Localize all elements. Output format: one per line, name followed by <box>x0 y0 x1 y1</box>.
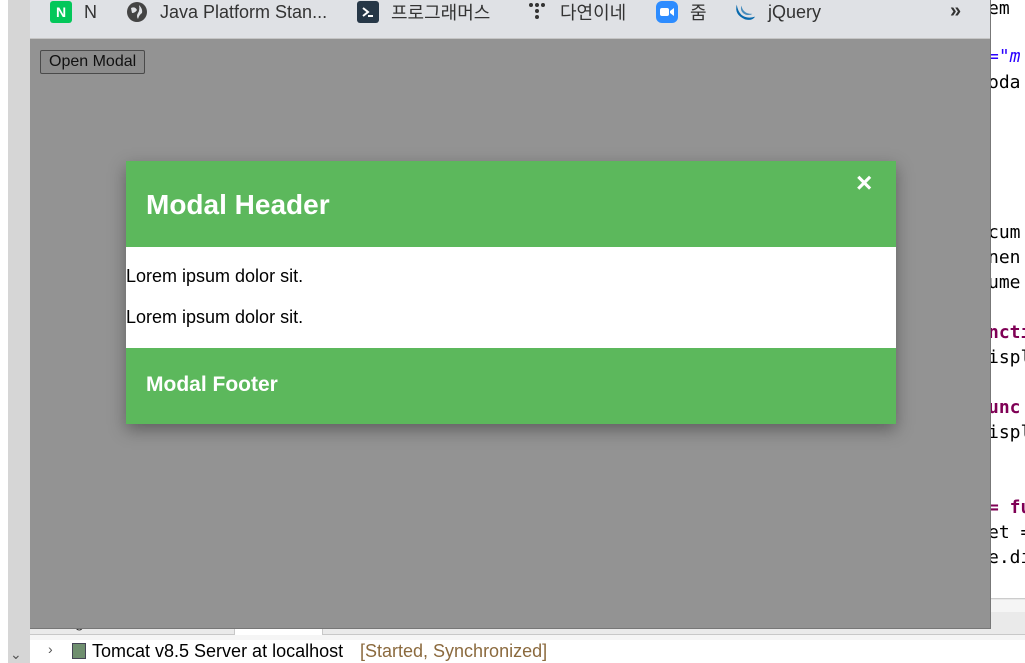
code-line: ncti <box>990 322 1025 343</box>
modal-dialog: Modal Header × Lorem ipsum dolor sit. Lo… <box>126 161 896 424</box>
zoom-icon <box>656 1 678 23</box>
modal-footer-title: Modal Footer <box>146 373 278 396</box>
chevron-down-icon[interactable]: ⌄ <box>10 646 22 663</box>
bookmark-label: 다연이네 <box>560 3 627 23</box>
code-line: ="m <box>990 46 1021 67</box>
modal-body-text: Lorem ipsum dolor sit. <box>126 266 304 286</box>
code-line: em <box>990 0 1010 19</box>
bookmark-programmers[interactable]: 프로그래머스 <box>357 0 490 24</box>
server-row[interactable]: › Tomcat v8.5 Server at localhost [Start… <box>30 640 1025 663</box>
code-line: unc <box>990 397 1021 418</box>
bookmark-dayeon[interactable]: 다연이네 <box>526 0 626 24</box>
server-state: [Started, Synchronized] <box>360 641 548 661</box>
bookmark-label: 줌 <box>690 3 707 23</box>
bookmark-naver[interactable]: N N <box>50 0 97 24</box>
globe-icon <box>126 1 148 23</box>
server-icon <box>72 643 86 659</box>
modal-body-text: Lorem ipsum dolor sit. <box>126 307 304 327</box>
server-name: Tomcat v8.5 Server at localhost <box>92 641 344 661</box>
bookmark-java[interactable]: Java Platform Stan... <box>126 0 327 24</box>
close-icon[interactable]: × <box>856 167 872 199</box>
code-line: cum <box>990 222 1021 243</box>
left-edge <box>0 0 8 663</box>
modal-footer: Modal Footer <box>126 348 896 424</box>
left-gutter <box>8 0 30 663</box>
code-line: = fu <box>990 497 1025 518</box>
code-line: et = <box>990 522 1025 543</box>
code-editor-fragment: em ="m oda cum nen ume ncti ispl unc isp… <box>990 0 1025 600</box>
code-line: e.di <box>990 547 1025 568</box>
code-line: ispl <box>990 422 1025 443</box>
code-line: ume <box>990 272 1021 293</box>
bookmark-label: N <box>84 1 97 22</box>
bookmark-jquery[interactable]: jQuery <box>734 0 821 24</box>
bookmarks-overflow-button[interactable]: » <box>950 0 961 23</box>
bookmark-label: Java Platform Stan... <box>160 1 328 22</box>
code-line: ispl <box>990 347 1025 368</box>
modal-body: Lorem ipsum dolor sit. Lorem ipsum dolor… <box>126 247 896 348</box>
naver-icon: N <box>50 1 72 23</box>
programmers-icon <box>357 1 379 23</box>
jquery-icon <box>734 1 756 23</box>
open-modal-button[interactable]: Open Modal <box>40 50 146 74</box>
bookmark-zoom[interactable]: 줌 <box>656 0 707 24</box>
code-line: nen <box>990 247 1021 268</box>
bookmark-label: jQuery <box>768 1 822 22</box>
code-line: oda <box>990 72 1021 93</box>
modal-header: Modal Header × <box>126 161 896 247</box>
bookmarks-bar: N N Java Platform Stan... 프로그래머스 다연이네 줌 … <box>30 0 990 39</box>
dots-icon <box>526 1 548 23</box>
browser-window: N N Java Platform Stan... 프로그래머스 다연이네 줌 … <box>30 0 991 629</box>
modal-title: Modal Header <box>146 189 330 220</box>
bookmark-label: 프로그래머스 <box>391 3 491 23</box>
expand-chevron-icon[interactable]: › <box>48 641 53 657</box>
